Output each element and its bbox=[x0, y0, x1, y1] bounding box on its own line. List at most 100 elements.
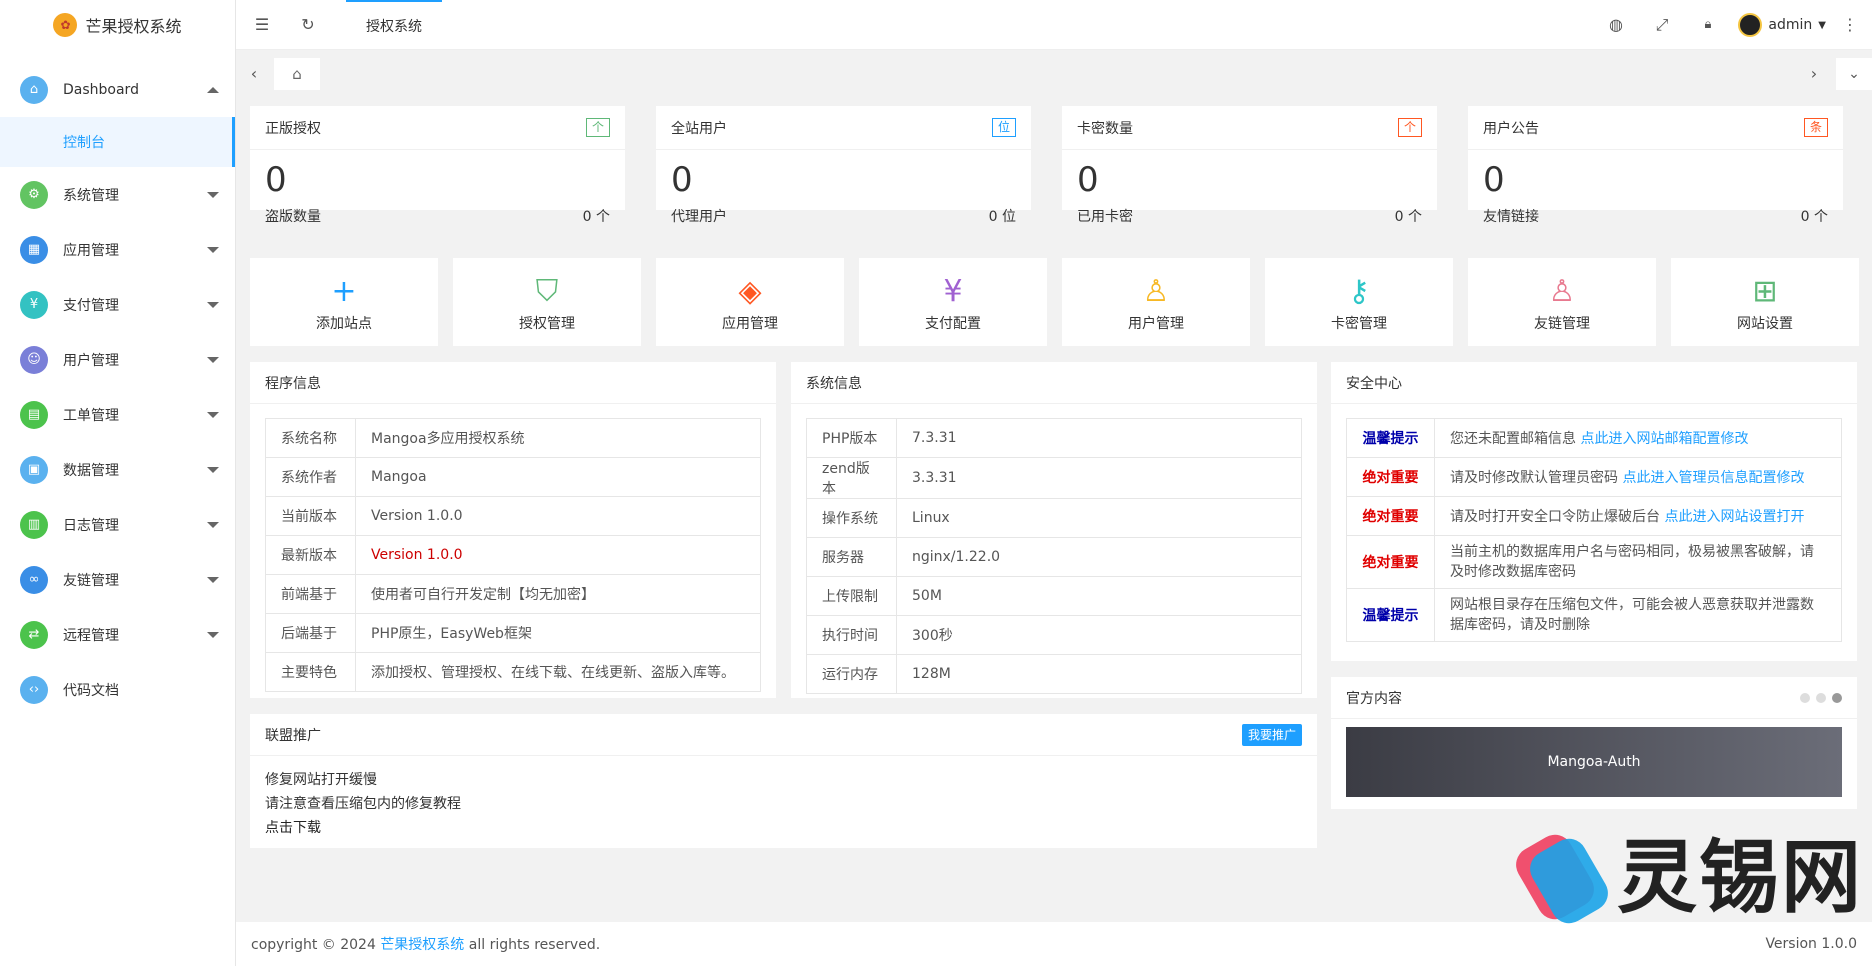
quick-link-icon: ¥ bbox=[943, 273, 963, 309]
sidebar-item[interactable]: ⌂ Dashboard bbox=[0, 62, 235, 117]
sidebar-item[interactable]: ‹› 代码文档 bbox=[0, 662, 235, 717]
globe-icon[interactable]: ◍ bbox=[1606, 15, 1626, 35]
security-link[interactable]: 点此进入管理员信息配置修改 bbox=[1622, 470, 1804, 486]
stat-title: 正版授权 bbox=[265, 120, 321, 137]
security-tag: 绝对重要 bbox=[1346, 496, 1435, 536]
stat-badge: 位 bbox=[991, 118, 1016, 137]
carousel-dot[interactable] bbox=[1816, 692, 1826, 703]
sidebar-item-icon: ∞ bbox=[20, 565, 48, 594]
stat-value: 0 bbox=[1483, 160, 1505, 200]
chevron-icon bbox=[207, 466, 219, 473]
quick-link[interactable]: + 添加站点 bbox=[250, 258, 438, 346]
sidebar-subitem-console[interactable]: 控制台 bbox=[0, 117, 235, 167]
promo-card: 联盟推广 我要推广 修复网站打开缓慢 请注意查看压缩包内的修复教程 点击下载 bbox=[250, 714, 1317, 848]
stat-sub-label: 已用卡密 bbox=[1077, 209, 1133, 225]
quick-link-label: 用户管理 bbox=[1128, 316, 1184, 332]
quick-link-icon: + bbox=[331, 273, 357, 309]
quick-link[interactable]: ⊞ 网站设置 bbox=[1671, 258, 1859, 346]
stat-value: 0 bbox=[671, 160, 693, 200]
table-row: zend版本 3.3.31 bbox=[806, 457, 1302, 499]
carousel-dot-active[interactable] bbox=[1832, 692, 1842, 703]
tab-auth-system[interactable]: 授权系统 bbox=[346, 0, 442, 50]
sidebar-item[interactable]: ▥ 日志管理 bbox=[0, 497, 235, 552]
stat-sub-label: 友情链接 bbox=[1483, 209, 1539, 225]
menu-toggle-icon[interactable]: ☰ bbox=[252, 15, 272, 35]
security-tag: 绝对重要 bbox=[1346, 457, 1435, 497]
sidebar-item[interactable]: ¥ 支付管理 bbox=[0, 277, 235, 332]
tab-dropdown-icon[interactable]: ⌄ bbox=[1836, 58, 1872, 90]
carousel-banner[interactable]: Mangoa-Auth bbox=[1346, 727, 1842, 797]
security-message: 网站根目录存在压缩包文件，可能会被人恶意获取并泄露数据库密码，请及时删除 bbox=[1434, 588, 1842, 642]
row-value: Version 1.0.0 bbox=[355, 496, 761, 536]
sidebar-item[interactable]: ▤ 工单管理 bbox=[0, 387, 235, 442]
download-link[interactable]: 点击下载 bbox=[265, 816, 1302, 840]
sidebar-item[interactable]: ⇄ 远程管理 bbox=[0, 607, 235, 662]
footer-version: Version 1.0.0 bbox=[1765, 936, 1857, 952]
row-value: PHP原生，EasyWeb框架 bbox=[355, 613, 761, 653]
sidebar-item-icon: ▥ bbox=[20, 510, 48, 539]
row-key: 系统作者 bbox=[265, 457, 356, 497]
quick-link-label: 友链管理 bbox=[1534, 316, 1590, 332]
copyright-link[interactable]: 芒果授权系统 bbox=[380, 937, 464, 953]
chevron-icon bbox=[207, 246, 219, 253]
sidebar-item-label: 日志管理 bbox=[63, 517, 119, 534]
sidebar-item[interactable]: ∞ 友链管理 bbox=[0, 552, 235, 607]
quick-link-label: 卡密管理 bbox=[1331, 316, 1387, 332]
quick-link[interactable]: ⚷ 卡密管理 bbox=[1265, 258, 1453, 346]
security-text: 请及时修改默认管理员密码 bbox=[1450, 470, 1623, 486]
footer: copyright © 2024 芒果授权系统 all rights reser… bbox=[236, 922, 1872, 966]
sidebar-item[interactable]: ▣ 数据管理 bbox=[0, 442, 235, 497]
security-center-card: 安全中心 温馨提示 您还未配置邮箱信息 点此进入网站邮箱配置修改 绝对重要 请及时修改… bbox=[1331, 362, 1857, 661]
row-key: 上传限制 bbox=[806, 576, 897, 616]
sidebar-item[interactable]: ☺ 用户管理 bbox=[0, 332, 235, 387]
security-tag: 温馨提示 bbox=[1346, 588, 1435, 642]
sidebar-item-icon: ‹› bbox=[20, 675, 48, 704]
row-value: 50M bbox=[896, 576, 1302, 616]
more-icon[interactable]: ⋮ bbox=[1840, 15, 1860, 35]
row-key: 运行内存 bbox=[806, 654, 897, 694]
quick-link-icon: ⊞ bbox=[1752, 273, 1778, 309]
security-text: 网站根目录存在压缩包文件，可能会被人恶意获取并泄露数据库密码，请及时删除 bbox=[1450, 597, 1814, 633]
user-menu[interactable]: admin ▼ bbox=[1738, 13, 1826, 37]
promote-button[interactable]: 我要推广 bbox=[1241, 723, 1302, 746]
tab-next-icon[interactable]: › bbox=[1804, 64, 1824, 84]
stat-value: 0 bbox=[265, 160, 287, 200]
security-link[interactable]: 点此进入网站设置打开 bbox=[1664, 509, 1804, 525]
quick-link[interactable]: ◈ 应用管理 bbox=[656, 258, 844, 346]
security-text: 请及时打开安全口令防止爆破后台 bbox=[1450, 509, 1665, 525]
quick-link[interactable]: ♙ 友链管理 bbox=[1468, 258, 1656, 346]
refresh-icon[interactable]: ↻ bbox=[298, 15, 318, 35]
stat-card: 全站用户 位 0 代理用户 0 位 bbox=[656, 106, 1031, 225]
security-link[interactable]: 点此进入网站邮箱配置修改 bbox=[1580, 431, 1748, 447]
sidebar-item-label: 远程管理 bbox=[63, 627, 119, 644]
table-row: 服务器 nginx/1.22.0 bbox=[806, 537, 1302, 577]
stat-badge: 个 bbox=[1397, 118, 1422, 137]
stat-title: 卡密数量 bbox=[1077, 120, 1133, 137]
quick-link[interactable]: ♙ 用户管理 bbox=[1062, 258, 1250, 346]
sidebar-nav: ⌂ Dashboard 控制台 ⚙ 系统管理 ▦ 应用管理 ¥ 支付管理 ☺ 用户管理 ▤ 工单管理 ▣ 数… bbox=[0, 62, 235, 717]
sidebar-item-icon: ⚙ bbox=[20, 180, 48, 209]
carousel-dots[interactable] bbox=[1800, 692, 1842, 703]
quick-link-label: 添加站点 bbox=[316, 316, 372, 332]
app-logo[interactable]: ✿ 芒果授权系统 bbox=[0, 0, 235, 50]
chevron-icon bbox=[207, 521, 219, 528]
row-key: 系统名称 bbox=[265, 418, 356, 458]
lock-icon[interactable]: 🔒︎ bbox=[1698, 15, 1718, 35]
quick-link[interactable]: ⛉ 授权管理 bbox=[453, 258, 641, 346]
row-key: 当前版本 bbox=[265, 496, 356, 536]
avatar bbox=[1738, 13, 1763, 37]
mango-logo-icon: ✿ bbox=[53, 13, 78, 37]
sidebar-item[interactable]: ⚙ 系统管理 bbox=[0, 167, 235, 222]
fullscreen-icon[interactable]: ⤢ bbox=[1652, 15, 1672, 35]
tab-prev-icon[interactable]: ‹ bbox=[244, 64, 264, 84]
sidebar-item-label: 支付管理 bbox=[63, 297, 119, 314]
carousel-dot[interactable] bbox=[1800, 692, 1810, 703]
sidebar-item-label: 应用管理 bbox=[63, 242, 119, 259]
row-value: Mangoa bbox=[355, 457, 761, 497]
home-tab[interactable]: ⌂ bbox=[274, 58, 320, 90]
sidebar-item[interactable]: ▦ 应用管理 bbox=[0, 222, 235, 277]
security-text: 当前主机的数据库用户名与密码相同，极易被黑客破解，请及时修改数据库密码 bbox=[1450, 544, 1814, 580]
table-row: 绝对重要 当前主机的数据库用户名与密码相同，极易被黑客破解，请及时修改数据库密码 bbox=[1346, 535, 1842, 589]
sidebar-item-icon: ▦ bbox=[20, 235, 48, 264]
quick-link[interactable]: ¥ 支付配置 bbox=[859, 258, 1047, 346]
